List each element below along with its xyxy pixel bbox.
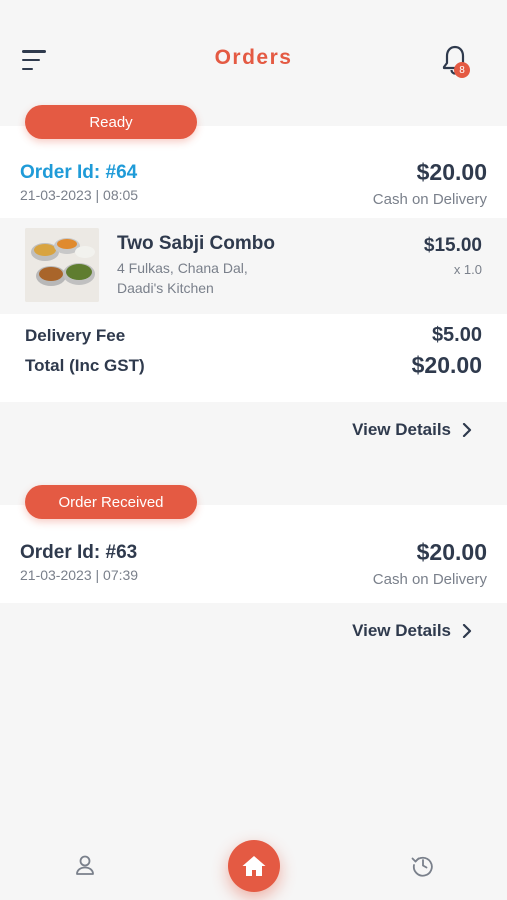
delivery-fee-value: $5.00 <box>431 324 482 346</box>
chevron-right-icon <box>462 423 472 437</box>
order-date: 21-03-2023 | 07:39 <box>20 567 139 583</box>
order-status-badge: Order Received <box>25 485 197 519</box>
food-thumbnail <box>25 228 99 302</box>
home-icon <box>242 856 266 876</box>
view-details-button[interactable]: View Details <box>352 420 473 440</box>
profile-icon[interactable] <box>74 854 96 876</box>
bottom-navigation <box>0 830 507 900</box>
order-status-badge: Ready <box>25 105 197 139</box>
order-total: $20.00 <box>416 159 487 185</box>
order-item-row: Two Sabji Combo 4 Fulkas, Chana Dal, Daa… <box>0 218 507 314</box>
view-details-label: View Details <box>352 420 451 439</box>
view-details-button[interactable]: View Details <box>352 621 473 641</box>
delivery-fee-label: Delivery Fee <box>25 326 126 345</box>
total-label: Total (Inc GST) <box>25 356 145 375</box>
item-price: $15.00 <box>423 235 482 256</box>
history-icon[interactable] <box>411 853 435 877</box>
app-header: Orders 8 <box>0 0 507 100</box>
item-description-line: Daadi's Kitchen <box>117 280 214 296</box>
chevron-right-icon <box>462 624 472 638</box>
item-description: 4 Fulkas, Chana Dal, Daadi's Kitchen <box>117 258 317 298</box>
order-date: 21-03-2023 | 08:05 <box>20 187 139 203</box>
item-quantity: x 1.0 <box>453 262 482 277</box>
order-card[interactable]: Order Id: #63 21-03-2023 | 07:39 $20.00 … <box>0 505 507 603</box>
payment-method: Cash on Delivery <box>372 571 487 588</box>
home-button[interactable] <box>228 840 280 892</box>
order-total: $20.00 <box>416 539 487 565</box>
item-name: Two Sabji Combo <box>117 233 275 254</box>
page-title: Orders <box>214 46 293 69</box>
order-card[interactable]: Order Id: #64 21-03-2023 | 08:05 $20.00 … <box>0 126 507 402</box>
order-id: Order Id: #63 <box>20 542 138 563</box>
order-id: Order Id: #64 <box>20 162 138 183</box>
total-value: $20.00 <box>411 352 482 378</box>
notification-badge: 8 <box>454 62 470 78</box>
view-details-label: View Details <box>352 621 451 640</box>
item-description-line: 4 Fulkas, Chana Dal, <box>117 260 248 276</box>
payment-method: Cash on Delivery <box>372 191 487 208</box>
